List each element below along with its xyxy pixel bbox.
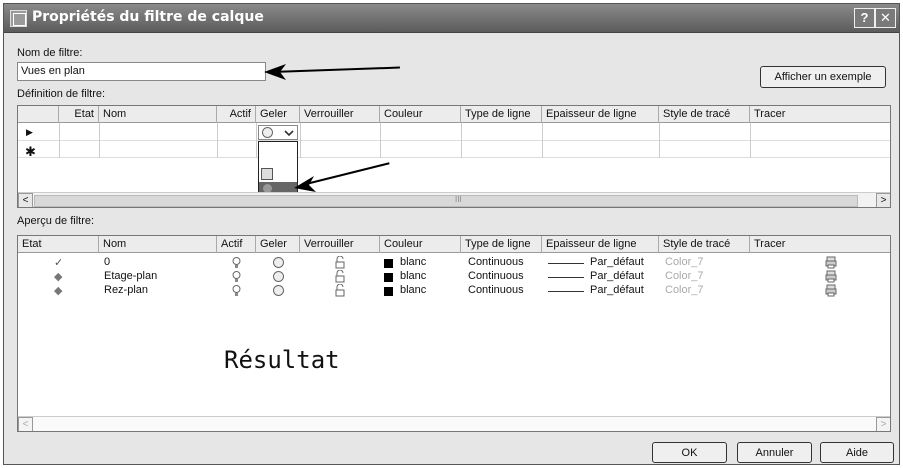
unlock-icon[interactable]	[334, 270, 346, 283]
preview-col-epaisseur[interactable]: Epaisseur de ligne	[542, 236, 659, 253]
current-layer-check-icon: ✓	[54, 257, 64, 269]
scroll-thumb[interactable]: III	[34, 195, 858, 207]
layer-filter-dialog: Propriétés du filtre de calque ? ✕ Nom d…	[3, 3, 900, 465]
layer-plotstyle: Color_7	[665, 256, 704, 268]
annotation-arrow-line	[271, 66, 400, 73]
cancel-button[interactable]: Annuler	[737, 442, 812, 463]
color-swatch[interactable]	[384, 259, 393, 268]
definition-row-header	[18, 106, 59, 123]
col-etat[interactable]: Etat	[59, 106, 99, 123]
layer-name: 0	[104, 256, 111, 268]
unlock-icon[interactable]	[334, 256, 346, 269]
color-swatch[interactable]	[384, 287, 393, 296]
col-style-trace[interactable]: Style de tracé	[659, 106, 750, 123]
layer-linetype: Continuous	[468, 256, 524, 268]
scroll-right-button[interactable]: >	[876, 417, 890, 431]
lineweight-sample	[548, 263, 584, 264]
col-couleur[interactable]: Couleur	[380, 106, 461, 123]
filter-definition-label: Définition de filtre:	[17, 88, 106, 100]
preview-horizontal-scrollbar[interactable]: < >	[18, 416, 890, 431]
definition-header-row: Etat Nom Actif Geler Verrouiller Couleur…	[18, 106, 890, 123]
preview-col-type-ligne[interactable]: Type de ligne	[461, 236, 542, 253]
layer-filter-icon	[10, 10, 27, 27]
result-annotation: Résultat	[224, 346, 340, 374]
dialog-title: Propriétés du filtre de calque	[32, 9, 264, 25]
filter-name-label: Nom de filtre:	[17, 47, 83, 59]
sun-icon	[262, 127, 273, 138]
scroll-left-button[interactable]: <	[18, 417, 33, 431]
show-example-button[interactable]: Afficher un exemple	[760, 66, 886, 88]
chevron-down-icon[interactable]	[284, 129, 294, 137]
lightbulb-icon[interactable]	[232, 271, 241, 283]
layer-lineweight: Par_défaut	[590, 284, 644, 296]
title-bar[interactable]: Propriétés du filtre de calque ? ✕	[4, 4, 899, 33]
layer-color: blanc	[400, 284, 427, 296]
layer-lineweight: Par_défaut	[590, 256, 644, 268]
layer-lineweight: Par_défaut	[590, 270, 644, 282]
printer-icon[interactable]	[825, 270, 837, 283]
filter-preview-label: Aperçu de filtre:	[17, 215, 95, 227]
preview-col-style-trace[interactable]: Style de tracé	[659, 236, 750, 253]
preview-col-geler[interactable]: Geler	[256, 236, 300, 253]
preview-col-nom[interactable]: Nom	[99, 236, 217, 253]
filter-name-input[interactable]: Vues en plan	[17, 62, 266, 81]
preview-col-couleur[interactable]: Couleur	[380, 236, 461, 253]
close-button[interactable]: ✕	[875, 8, 896, 28]
table-row[interactable]: ◆ Rez-plan blanc Continuous Par_défaut C…	[18, 284, 890, 298]
annotation-arrow-head-icon	[294, 176, 316, 192]
definition-horizontal-scrollbar[interactable]: < III >	[18, 192, 890, 207]
layer-linetype: Continuous	[468, 284, 524, 296]
layer-name: Etage-plan	[104, 270, 158, 282]
preview-header-row: Etat Nom Actif Geler Verrouiller Couleur…	[18, 236, 890, 253]
scroll-thumb-grip: III	[455, 195, 462, 204]
filter-definition-grid: Etat Nom Actif Geler Verrouiller Couleur…	[17, 105, 891, 208]
sun-icon[interactable]	[273, 257, 284, 268]
sun-icon[interactable]	[273, 271, 284, 282]
freeze-dropdown-list	[258, 141, 298, 197]
col-nom[interactable]: Nom	[99, 106, 217, 123]
scroll-left-button[interactable]: <	[18, 193, 33, 207]
help-title-button[interactable]: ?	[854, 8, 875, 28]
lineweight-sample	[548, 277, 584, 278]
layer-state-icon: ◆	[54, 285, 63, 297]
sun-icon[interactable]	[273, 285, 284, 296]
layer-name: Rez-plan	[104, 284, 149, 296]
col-type-ligne[interactable]: Type de ligne	[461, 106, 542, 123]
freeze-dropdown[interactable]	[258, 125, 298, 140]
printer-icon[interactable]	[825, 284, 837, 297]
layer-color: blanc	[400, 270, 427, 282]
col-actif[interactable]: Actif	[217, 106, 256, 123]
col-geler[interactable]: Geler	[256, 106, 300, 123]
scroll-right-button[interactable]: >	[876, 193, 890, 207]
snowflake-icon[interactable]	[261, 168, 273, 180]
table-row[interactable]: ◆ Etage-plan blanc Continuous Par_défaut…	[18, 270, 890, 284]
table-row[interactable]: ✓ 0 blanc Continuous Par_défaut Color_7	[18, 256, 890, 270]
printer-icon[interactable]	[825, 256, 837, 269]
preview-col-verrouiller[interactable]: Verrouiller	[300, 236, 380, 253]
layer-plotstyle: Color_7	[665, 270, 704, 282]
layer-color: blanc	[400, 256, 427, 268]
layer-state-icon: ◆	[54, 271, 63, 283]
ok-button[interactable]: OK	[652, 442, 727, 463]
lightbulb-icon[interactable]	[232, 257, 241, 269]
preview-col-etat[interactable]: Etat	[18, 236, 99, 253]
col-epaisseur[interactable]: Epaisseur de ligne	[542, 106, 659, 123]
lightbulb-icon[interactable]	[232, 285, 241, 297]
help-button[interactable]: Aide	[820, 442, 894, 463]
preview-col-actif[interactable]: Actif	[217, 236, 256, 253]
preview-col-tracer[interactable]: Tracer	[750, 236, 890, 253]
layer-linetype: Continuous	[468, 270, 524, 282]
filter-preview-grid: Etat Nom Actif Geler Verrouiller Couleur…	[17, 235, 891, 432]
current-row-marker: ▶	[26, 127, 33, 137]
color-swatch[interactable]	[384, 273, 393, 282]
col-tracer[interactable]: Tracer	[750, 106, 890, 123]
lineweight-sample	[548, 291, 584, 292]
unlock-icon[interactable]	[334, 284, 346, 297]
layer-plotstyle: Color_7	[665, 284, 704, 296]
annotation-arrow-head-icon	[264, 64, 286, 80]
col-verrouiller[interactable]: Verrouiller	[300, 106, 380, 123]
